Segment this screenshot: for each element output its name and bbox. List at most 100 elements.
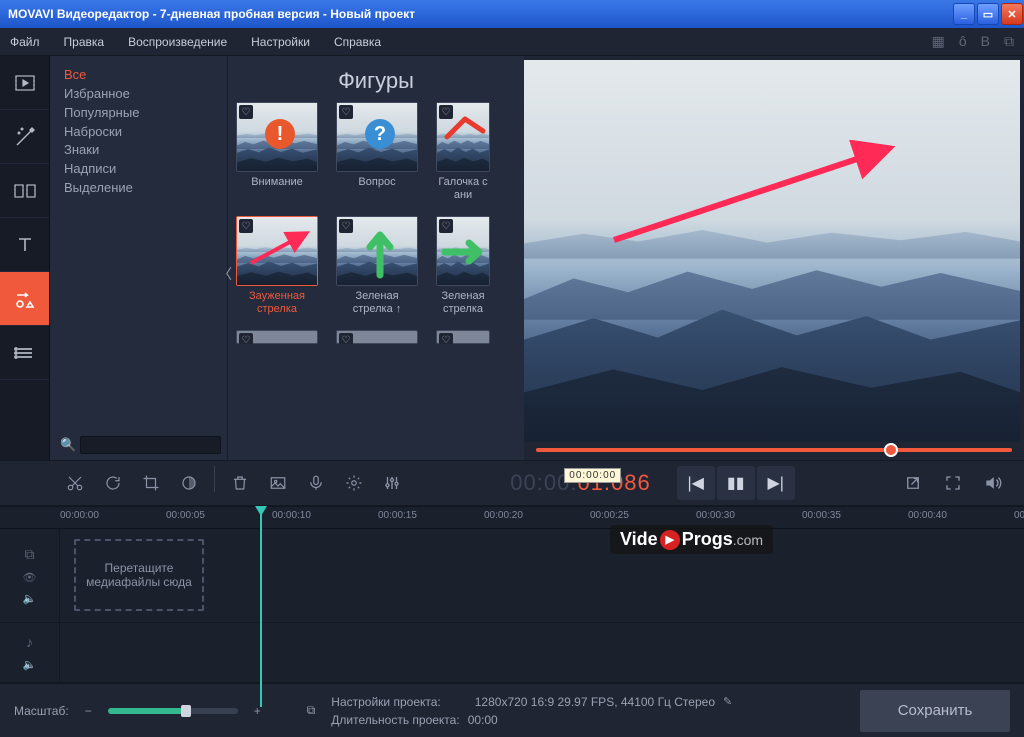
- audio-track[interactable]: ♪ 🔈: [0, 623, 1024, 683]
- menubar: Файл Правка Воспроизведение Настройки Сп…: [0, 28, 1024, 56]
- video-track[interactable]: ⧉ 👁 🔈 Перетащите медиафайлы сюда: [0, 529, 1024, 623]
- panel-title: Фигуры: [228, 56, 524, 102]
- proj-value: 1280x720 16:9 29.97 FPS, 44100 Гц Стерео: [475, 695, 715, 709]
- cat-all[interactable]: Все: [64, 66, 213, 85]
- preview-viewport[interactable]: [524, 60, 1020, 442]
- timecode[interactable]: 00:00:01.086 00:00:00: [510, 470, 650, 497]
- close-button[interactable]: ✕: [1001, 3, 1023, 25]
- category-column: Все Избранное Популярные Наброски Знаки …: [50, 56, 228, 460]
- music-icon: ♪: [26, 634, 33, 650]
- heart-icon[interactable]: ♡: [339, 105, 353, 119]
- search-icon: 🔍: [56, 437, 80, 453]
- shape-label: Вопрос: [358, 176, 395, 202]
- heart-icon[interactable]: ♡: [239, 219, 253, 233]
- ruler-tick: 00:00:05: [166, 510, 205, 521]
- cat-pop[interactable]: Популярные: [64, 104, 213, 123]
- cut-icon[interactable]: [58, 466, 92, 500]
- youtube-icon[interactable]: ▦: [932, 33, 945, 50]
- dur-label: Длительность проекта:: [331, 713, 459, 727]
- shape-item[interactable]: ♡: [436, 330, 490, 344]
- gallery-column: Фигуры 〈 ! ♡ Внимание ? ♡ Вопрос: [228, 56, 524, 460]
- time-ruler[interactable]: Vide ▶ Progs .com 00:00:0000:00:0500:00:…: [0, 507, 1024, 529]
- shape-item[interactable]: ♡: [236, 330, 318, 344]
- heart-icon[interactable]: ♡: [339, 333, 353, 344]
- shape-item[interactable]: ♡ Галочка с ани: [436, 102, 490, 202]
- next-button[interactable]: ▶|: [757, 466, 795, 500]
- rotate-icon[interactable]: [96, 466, 130, 500]
- heart-icon[interactable]: ♡: [239, 333, 253, 344]
- mic-icon[interactable]: [299, 466, 333, 500]
- volume-icon[interactable]: [976, 466, 1010, 500]
- ruler-tick: 00:00:45: [1014, 510, 1024, 521]
- heart-icon[interactable]: ♡: [439, 333, 453, 344]
- ribbon-media[interactable]: [0, 56, 49, 110]
- crop-icon[interactable]: [134, 466, 168, 500]
- menu-file[interactable]: Файл: [10, 35, 40, 49]
- pencil-icon[interactable]: ✎: [723, 695, 732, 708]
- preview-seek[interactable]: [524, 442, 1024, 460]
- cat-select[interactable]: Выделение: [64, 179, 213, 198]
- cat-captions[interactable]: Надписи: [64, 160, 213, 179]
- prev-button[interactable]: |◀: [677, 466, 715, 500]
- shape-label: Зауженная стрелка: [236, 290, 318, 316]
- ruler-tick: 00:00:30: [696, 510, 735, 521]
- color-icon[interactable]: [172, 466, 206, 500]
- delete-icon[interactable]: [223, 466, 257, 500]
- shape-item-selected[interactable]: ♡ Зауженная стрелка: [236, 216, 318, 316]
- shape-label: Зеленая стрелка ↑: [336, 290, 418, 316]
- heart-icon[interactable]: ♡: [339, 219, 353, 233]
- maximize-button[interactable]: ▭: [977, 3, 999, 25]
- dropzone[interactable]: Перетащите медиафайлы сюда: [74, 539, 204, 611]
- menu-edit[interactable]: Правка: [64, 35, 105, 49]
- tool-ribbon: [0, 56, 50, 460]
- pause-button[interactable]: ▮▮: [717, 466, 755, 500]
- menu-settings[interactable]: Настройки: [251, 35, 310, 49]
- fullscreen-icon[interactable]: [936, 466, 970, 500]
- window-title: MOVAVI Видеоредактор - 7-дневная пробная…: [8, 7, 415, 21]
- vk-icon[interactable]: B: [981, 33, 990, 50]
- timeline: Vide ▶ Progs .com 00:00:0000:00:0500:00:…: [0, 506, 1024, 683]
- popout-icon[interactable]: [896, 466, 930, 500]
- zoom-slider[interactable]: [108, 708, 238, 714]
- tool-row: 00:00:01.086 00:00:00 |◀ ▮▮ ▶|: [0, 460, 1024, 506]
- shape-label: Галочка с ани: [436, 176, 490, 202]
- collapse-icon[interactable]: 〈: [218, 264, 232, 284]
- heart-icon[interactable]: ♡: [439, 105, 453, 119]
- ribbon-filters[interactable]: [0, 110, 49, 164]
- ruler-tick: 00:00:35: [802, 510, 841, 521]
- speaker-icon[interactable]: 🔈: [23, 592, 37, 605]
- ribbon-more[interactable]: [0, 326, 49, 380]
- ribbon-shapes[interactable]: [0, 272, 49, 326]
- ruler-tick: 00:00:15: [378, 510, 417, 521]
- ribbon-transitions[interactable]: [0, 164, 49, 218]
- cat-sketch[interactable]: Наброски: [64, 123, 213, 142]
- ribbon-titles[interactable]: [0, 218, 49, 272]
- shape-item[interactable]: ! ♡ Внимание: [236, 102, 318, 202]
- menu-play[interactable]: Воспроизведение: [128, 35, 227, 49]
- cat-fav[interactable]: Избранное: [64, 85, 213, 104]
- window-titlebar: MOVAVI Видеоредактор - 7-дневная пробная…: [0, 0, 1024, 28]
- tutorial-icon[interactable]: ⧉: [1004, 33, 1014, 50]
- search-input[interactable]: [80, 436, 221, 454]
- shape-item[interactable]: ? ♡ Вопрос: [336, 102, 418, 202]
- cat-signs[interactable]: Знаки: [64, 141, 213, 160]
- equalizer-icon[interactable]: [375, 466, 409, 500]
- menu-help[interactable]: Справка: [334, 35, 381, 49]
- speaker-icon[interactable]: 🔈: [23, 658, 37, 671]
- heart-icon[interactable]: ♡: [239, 105, 253, 119]
- shape-item[interactable]: ♡ Зеленая стрелка ↑: [336, 216, 418, 316]
- heart-icon[interactable]: ♡: [439, 219, 453, 233]
- ruler-tick: 00:00:40: [908, 510, 947, 521]
- eye-icon[interactable]: 👁: [23, 571, 37, 584]
- ruler-tick: 00:00:25: [590, 510, 629, 521]
- shape-item[interactable]: ♡ Зеленая стрелка →: [436, 216, 490, 316]
- save-button[interactable]: Сохранить: [860, 690, 1010, 732]
- ok-icon[interactable]: ô: [959, 33, 967, 50]
- gear-icon[interactable]: [337, 466, 371, 500]
- shape-label: Внимание: [251, 176, 303, 202]
- image-icon[interactable]: [261, 466, 295, 500]
- minimize-button[interactable]: _: [953, 3, 975, 25]
- social-icons: ▦ ô B ⧉: [932, 33, 1014, 50]
- ruler-tick: 00:00:00: [60, 510, 99, 521]
- shape-item[interactable]: ♡: [336, 330, 418, 344]
